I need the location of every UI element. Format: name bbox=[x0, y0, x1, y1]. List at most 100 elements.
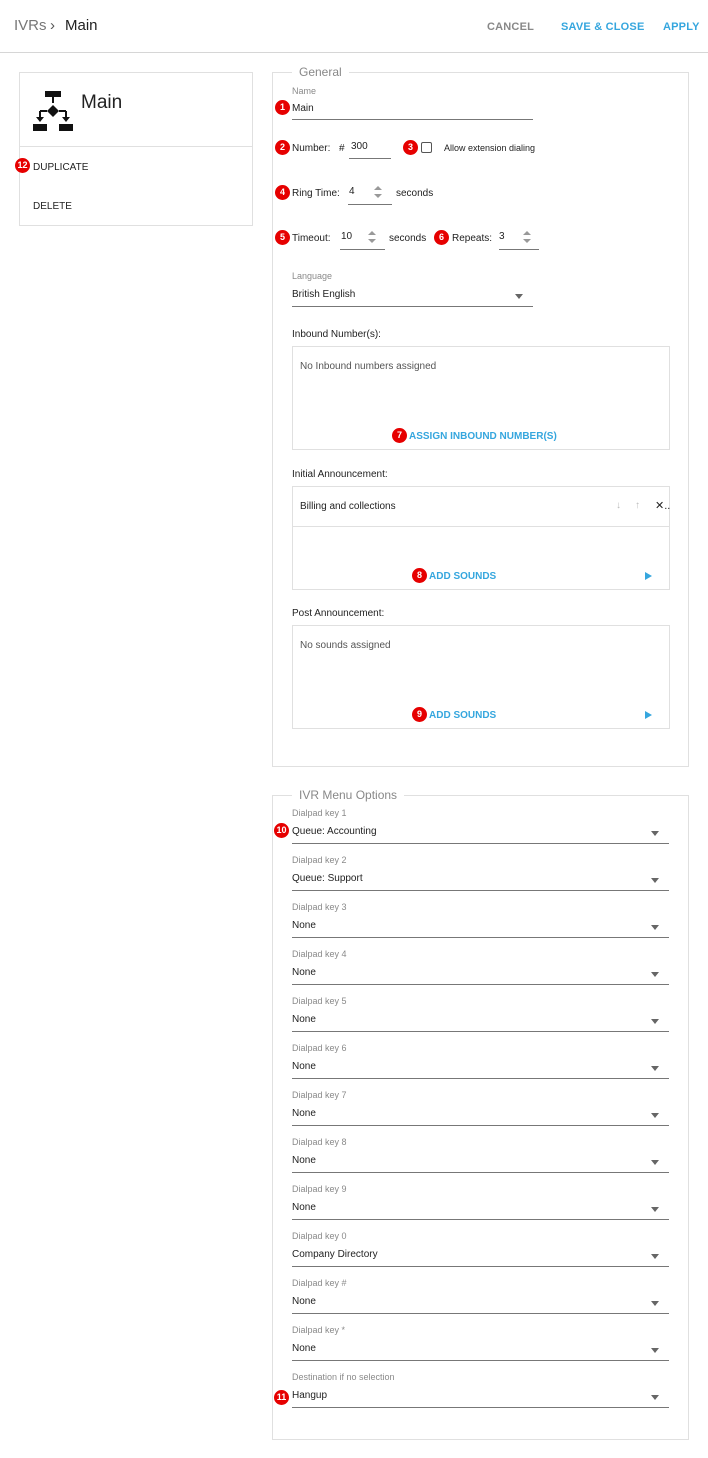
menu-option-underline bbox=[292, 1125, 669, 1126]
number-input[interactable]: 300 bbox=[351, 141, 368, 152]
breadcrumb-ivrs[interactable]: IVRs bbox=[14, 17, 47, 34]
timeout-unit: seconds bbox=[389, 233, 427, 244]
annotation-badge: 2 bbox=[275, 140, 290, 155]
play-initial-icon[interactable] bbox=[645, 572, 652, 580]
breadcrumb-current: Main bbox=[65, 17, 98, 34]
remove-sound-icon[interactable]: ✕.. bbox=[655, 499, 670, 512]
move-up-icon[interactable]: ↑ bbox=[635, 500, 640, 511]
chevron-down-icon[interactable] bbox=[651, 878, 659, 883]
menu-option-select[interactable]: None bbox=[292, 1296, 316, 1307]
ring-time-unit: seconds bbox=[396, 188, 434, 199]
chevron-down-icon[interactable] bbox=[651, 1254, 659, 1259]
add-sounds-initial-button[interactable]: ADD SOUNDS bbox=[429, 571, 496, 582]
annotation-badge: 7 bbox=[392, 428, 407, 443]
menu-option-select[interactable]: None bbox=[292, 1014, 316, 1025]
menu-option-underline bbox=[292, 1266, 669, 1267]
repeats-label: Repeats: bbox=[452, 233, 493, 244]
move-down-icon[interactable]: ↓ bbox=[616, 500, 621, 511]
chevron-down-icon[interactable] bbox=[651, 1395, 659, 1400]
language-underline bbox=[292, 306, 533, 307]
ring-time-input[interactable]: 4 bbox=[349, 186, 355, 197]
menu-option-select[interactable]: Company Directory bbox=[292, 1249, 378, 1260]
ring-time-spinner[interactable] bbox=[373, 185, 383, 201]
delete-button[interactable]: DELETE bbox=[33, 201, 72, 212]
chevron-down-icon[interactable] bbox=[651, 1113, 659, 1118]
menu-option-select[interactable]: Queue: Accounting bbox=[292, 826, 377, 837]
annotation-badge: 6 bbox=[434, 230, 449, 245]
menu-option-label: Dialpad key # bbox=[292, 1278, 347, 1288]
menu-option-select[interactable]: None bbox=[292, 1343, 316, 1354]
menu-option-underline bbox=[292, 1407, 669, 1408]
name-input[interactable]: Main bbox=[292, 103, 314, 114]
chevron-down-icon[interactable] bbox=[651, 1348, 659, 1353]
ivr-menu-options-section: IVR Menu Options Dialpad key 1 Queue: Ac… bbox=[272, 788, 689, 1440]
language-chevron-down-icon[interactable] bbox=[515, 294, 523, 299]
menu-option-select[interactable]: None bbox=[292, 1202, 316, 1213]
top-bar: IVRs › Main CANCEL SAVE & CLOSE APPLY bbox=[0, 0, 708, 53]
menu-option-underline bbox=[292, 1078, 669, 1079]
timeout-spinner[interactable] bbox=[367, 230, 377, 246]
menu-option-underline bbox=[292, 1360, 669, 1361]
cancel-button[interactable]: CANCEL bbox=[487, 21, 534, 33]
language-select[interactable]: British English bbox=[292, 289, 355, 300]
allow-extension-label: Allow extension dialing bbox=[444, 143, 536, 153]
post-announcement-box: No sounds assigned ADD SOUNDS bbox=[292, 625, 670, 729]
menu-option-underline bbox=[292, 1172, 669, 1173]
menu-option-underline bbox=[292, 1219, 669, 1220]
menu-option-label: Dialpad key 4 bbox=[292, 949, 347, 959]
menu-option-label: Dialpad key * bbox=[292, 1325, 346, 1335]
ring-time-underline bbox=[348, 204, 392, 205]
menu-option-select[interactable]: Queue: Support bbox=[292, 873, 363, 884]
inbound-label: Inbound Number(s): bbox=[292, 329, 381, 340]
menu-option-select[interactable]: None bbox=[292, 967, 316, 978]
chevron-down-icon[interactable] bbox=[651, 1207, 659, 1212]
ivr-card-title: Main bbox=[81, 92, 123, 113]
menu-option-underline bbox=[292, 984, 669, 985]
chevron-down-icon[interactable] bbox=[651, 1019, 659, 1024]
ivr-flow-icon bbox=[33, 91, 73, 131]
annotation-badge: 9 bbox=[412, 707, 427, 722]
menu-option-underline bbox=[292, 1313, 669, 1314]
repeats-spinner[interactable] bbox=[522, 230, 532, 246]
menu-option-select[interactable]: Hangup bbox=[292, 1390, 327, 1401]
save-close-button[interactable]: SAVE & CLOSE bbox=[561, 21, 645, 33]
apply-button[interactable]: APPLY bbox=[663, 21, 700, 33]
assign-inbound-button[interactable]: ASSIGN INBOUND NUMBER(S) bbox=[409, 431, 557, 442]
timeout-input[interactable]: 10 bbox=[341, 231, 352, 242]
annotation-badge: 10 bbox=[274, 823, 289, 838]
menu-option-label: Destination if no selection bbox=[292, 1372, 395, 1382]
menu-option-select[interactable]: None bbox=[292, 1108, 316, 1119]
chevron-down-icon[interactable] bbox=[651, 1066, 659, 1071]
annotation-badge: 12 bbox=[15, 158, 30, 173]
breadcrumb-separator: › bbox=[50, 17, 55, 34]
inbound-empty-text: No Inbound numbers assigned bbox=[300, 361, 437, 372]
menu-option-underline bbox=[292, 890, 669, 891]
menu-option-label: Dialpad key 0 bbox=[292, 1231, 347, 1241]
add-sounds-post-button[interactable]: ADD SOUNDS bbox=[429, 710, 496, 721]
repeats-input[interactable]: 3 bbox=[499, 231, 505, 242]
menu-option-select[interactable]: None bbox=[292, 1155, 316, 1166]
menu-option-label: Dialpad key 2 bbox=[292, 855, 347, 865]
menu-option-underline bbox=[292, 843, 669, 844]
chevron-down-icon[interactable] bbox=[651, 1160, 659, 1165]
language-label: Language bbox=[292, 271, 333, 281]
initial-announcement-box: Billing and collections ↓ ↑ ✕.. ADD SOUN… bbox=[292, 486, 670, 590]
duplicate-button[interactable]: DUPLICATE bbox=[33, 162, 88, 173]
menu-option-label: Dialpad key 1 bbox=[292, 808, 347, 818]
allow-extension-checkbox[interactable] bbox=[421, 142, 432, 153]
annotation-badge: 1 bbox=[275, 100, 290, 115]
chevron-down-icon[interactable] bbox=[651, 1301, 659, 1306]
chevron-down-icon[interactable] bbox=[651, 831, 659, 836]
annotation-badge: 8 bbox=[412, 568, 427, 583]
menu-option-label: Dialpad key 7 bbox=[292, 1090, 347, 1100]
number-prefix: # bbox=[339, 143, 345, 154]
menu-option-select[interactable]: None bbox=[292, 1061, 316, 1072]
chevron-down-icon[interactable] bbox=[651, 925, 659, 930]
play-post-icon[interactable] bbox=[645, 711, 652, 719]
menu-option-select[interactable]: None bbox=[292, 920, 316, 931]
general-legend: General bbox=[292, 65, 349, 79]
ring-time-label: Ring Time: bbox=[292, 188, 340, 199]
chevron-down-icon[interactable] bbox=[651, 972, 659, 977]
post-empty-text: No sounds assigned bbox=[300, 640, 391, 651]
timeout-label: Timeout: bbox=[292, 233, 331, 244]
